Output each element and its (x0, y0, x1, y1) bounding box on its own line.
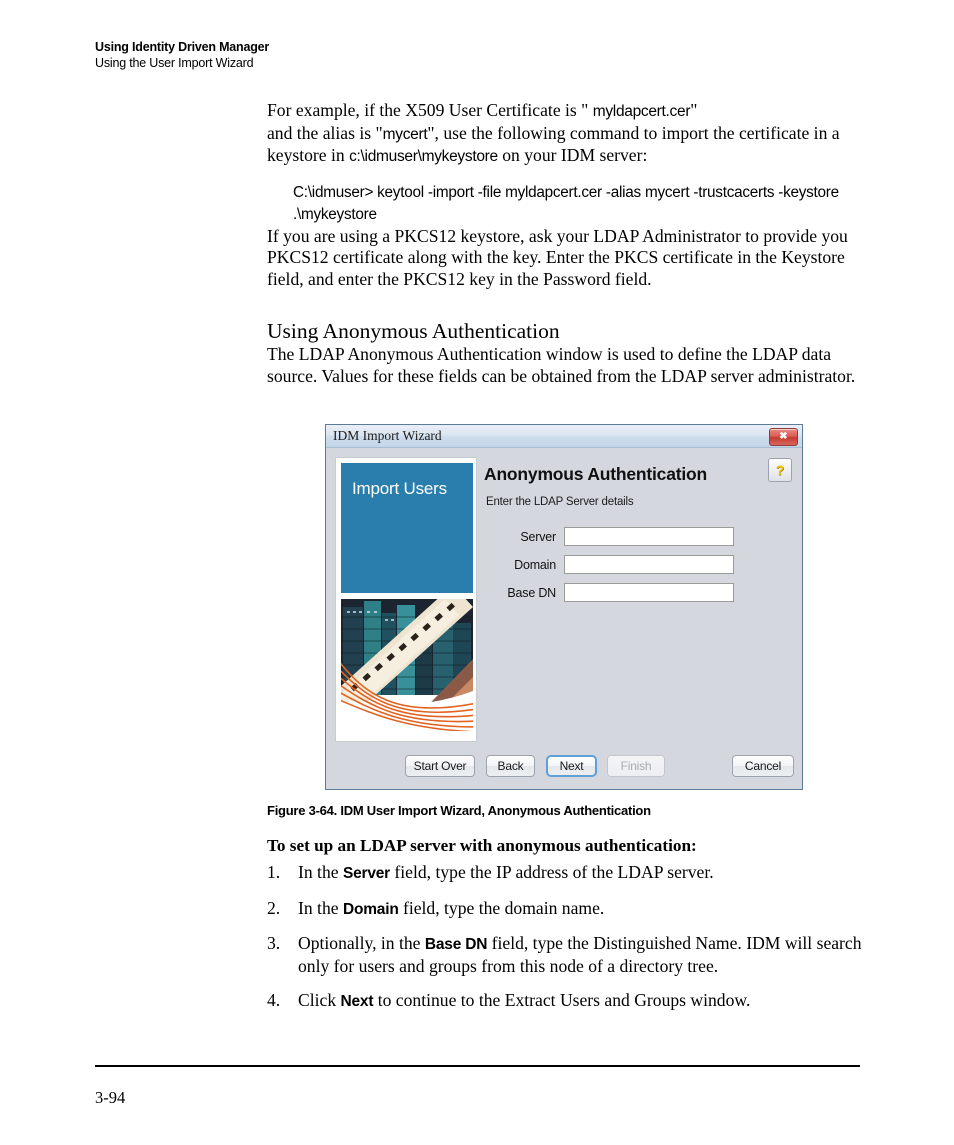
close-glyph: ✖ (779, 431, 788, 442)
list-item: 2. In the Domain field, type the domain n… (267, 898, 862, 921)
step-text-b: field, type the domain name. (398, 897, 605, 918)
step-text-a: In the (298, 862, 343, 882)
pane-title: Anonymous Authentication (484, 464, 708, 484)
step-text-b: field, type the IP address of the LDAP s… (390, 862, 714, 882)
inline-code-alias: mycert (382, 125, 428, 143)
step-number: 3. (267, 933, 281, 953)
step-emphasis: Base DN (424, 936, 488, 953)
figure-caption: Figure 3-64. IDM User Import Wizard, Ano… (267, 803, 651, 818)
list-item: 1. In the Server field, type the IP addre… (267, 862, 862, 885)
start-over-button[interactable]: Start Over (405, 755, 475, 777)
dialog-title: IDM Import Wizard (333, 428, 442, 444)
step-emphasis: Server (342, 865, 391, 882)
intro-paragraph-2: If you are using a PKCS12 keystore, ask … (267, 225, 848, 289)
intro-paragraph-1: For example, if the X509 User Certificat… (267, 100, 862, 168)
base-dn-label: Base DN (507, 585, 556, 600)
wizard-sidebar-graphic: Import Users (335, 457, 477, 742)
command-block: C:\idmuser> keytool -import -file myldap… (293, 183, 839, 223)
sidebar-photo (341, 599, 473, 731)
page-number: 3-94 (95, 1088, 126, 1107)
footer-rule (95, 1065, 860, 1067)
sidebar-photo-artwork (341, 599, 473, 731)
inline-code-certificate: myldapcert.cer (592, 103, 691, 120)
step-emphasis: Domain (342, 900, 399, 918)
next-button[interactable]: Next (546, 755, 597, 777)
intro-text-d: ", use the following command to import t… (427, 122, 840, 143)
sidebar-title: Import Users (352, 479, 447, 498)
step-number: 1. (267, 862, 281, 882)
intro-text-c: and the alias is " (267, 122, 383, 143)
base-dn-input[interactable] (564, 583, 734, 602)
help-glyph: ? (775, 462, 785, 478)
step-text-a: Optionally, in the (298, 933, 425, 953)
domain-label: Domain (514, 557, 556, 572)
list-item: 4. Click Next to continue to the Extract … (267, 990, 862, 1013)
field-row-server: Server (484, 527, 774, 546)
idm-import-wizard-dialog: IDM Import Wizard ✖ Import Users Anonymo… (325, 424, 803, 790)
step-number: 2. (267, 897, 281, 918)
ldap-server-form: Server Domain Base DN (484, 527, 774, 611)
task-step-list: 1. In the Server field, type the IP addre… (267, 862, 862, 1026)
intro-text-f: on your IDM server: (497, 145, 648, 165)
server-input[interactable] (564, 527, 734, 546)
back-button[interactable]: Back (486, 755, 535, 777)
step-text-a: In the (298, 897, 343, 918)
intro-text-a: For example, if the X509 User Certificat… (267, 100, 593, 120)
dialog-titlebar: IDM Import Wizard ✖ (326, 425, 802, 448)
task-heading: To set up an LDAP server with anonymous … (267, 836, 697, 855)
step-text-a: Click (298, 990, 341, 1010)
step-text-b: to continue to the Extract Users and Gro… (373, 990, 751, 1010)
pane-subtitle: Enter the LDAP Server details (486, 496, 634, 508)
step-number: 4. (267, 990, 281, 1010)
section-heading: Using Anonymous Authentication (267, 319, 560, 343)
running-head: Using Identity Driven Manager Using the … (95, 40, 795, 71)
dialog-button-bar: Start Over Back Next Finish Cancel (326, 755, 802, 781)
server-label: Server (520, 529, 556, 544)
inline-code-keystore-path: c:\idmuser\mykeystore (349, 148, 498, 165)
cancel-button[interactable]: Cancel (732, 755, 794, 777)
close-icon[interactable]: ✖ (769, 428, 798, 446)
running-head-chapter: Using Identity Driven Manager (95, 40, 270, 54)
finish-button: Finish (607, 755, 665, 777)
help-icon[interactable]: ? (768, 458, 792, 482)
intro-text-b: " (690, 100, 698, 120)
sidebar-blue-banner: Import Users (341, 463, 473, 593)
domain-input[interactable] (564, 555, 734, 574)
dialog-body: Import Users Anonymous Authentication En… (326, 448, 802, 789)
step-emphasis: Next (340, 993, 374, 1010)
intro-text-e: keystore in (267, 145, 350, 165)
section-paragraph: The LDAP Anonymous Authentication window… (267, 344, 856, 386)
page-content: For example, if the X509 User Certificat… (267, 100, 862, 387)
field-row-base-dn: Base DN (484, 583, 774, 602)
running-head-section: Using the User Import Wizard (95, 56, 254, 70)
figure-image: IDM Import Wizard ✖ Import Users Anonymo… (325, 424, 803, 790)
field-row-domain: Domain (484, 555, 774, 574)
list-item: 3. Optionally, in the Base DN field, type… (267, 933, 862, 977)
